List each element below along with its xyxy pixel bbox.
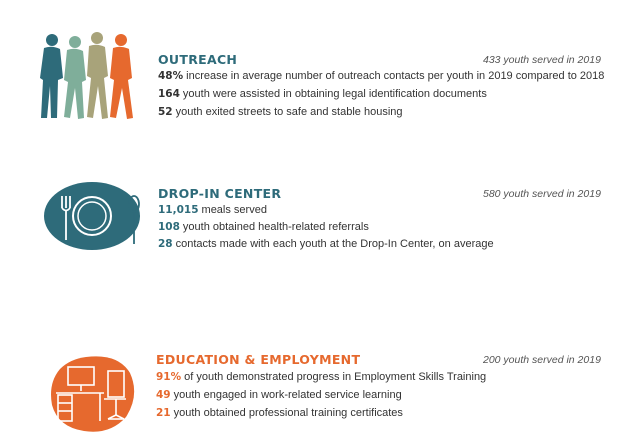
plate-fork-spoon-icon [44,182,140,250]
stat-number: 91% [156,371,182,383]
education-title: EDUCATION & EMPLOYMENT [156,352,361,367]
education-stat-2: 49 youth engaged in work-related service … [156,389,402,401]
stat-text: meals served [201,204,267,216]
outreach-stat-2: 164 youth were assisted in obtaining lega… [158,88,487,100]
stat-number: 108 [158,221,180,233]
stat-text: youth were assisted in obtaining legal i… [182,88,487,100]
outreach-served: 433 youth served in 2019 [483,54,601,66]
stat-number: 48% [158,70,184,82]
dropin-served: 580 youth served in 2019 [483,188,601,200]
outreach-stat-3: 52 youth exited streets to safe and stabl… [158,106,403,118]
outreach-title: OUTREACH [158,52,238,67]
outreach-stat-1: 48% increase in average number of outreac… [158,70,604,82]
dropin-title: DROP-IN CENTER [158,186,282,201]
desk-chair-icon [51,356,135,432]
stat-text: youth obtained professional training cer… [173,407,403,419]
stat-number: 164 [158,88,180,100]
stat-number: 52 [158,106,173,118]
education-served: 200 youth served in 2019 [483,354,601,366]
stat-text: of youth demonstrated progress in Employ… [184,371,487,383]
stat-number: 21 [156,407,171,419]
stat-text: contacts made with each youth at the Dro… [175,238,494,250]
education-stat-3: 21 youth obtained professional training c… [156,407,403,419]
stat-text: increase in average number of outreach c… [186,70,605,82]
dropin-stat-1: 11,015 meals served [158,204,267,216]
dropin-stat-3: 28 contacts made with each youth at the D… [158,238,494,250]
stat-text: youth engaged in work-related service le… [173,389,402,401]
stat-number: 49 [156,389,171,401]
education-stat-1: 91% of youth demonstrated progress in Emp… [156,371,486,383]
walking-people-icon [40,32,133,119]
stat-number: 28 [158,238,173,250]
stat-text: youth exited streets to safe and stable … [175,106,403,118]
stat-number: 11,015 [158,204,199,216]
dropin-stat-2: 108 youth obtained health-related referra… [158,221,369,233]
stat-text: youth obtained health-related referrals [182,221,369,233]
